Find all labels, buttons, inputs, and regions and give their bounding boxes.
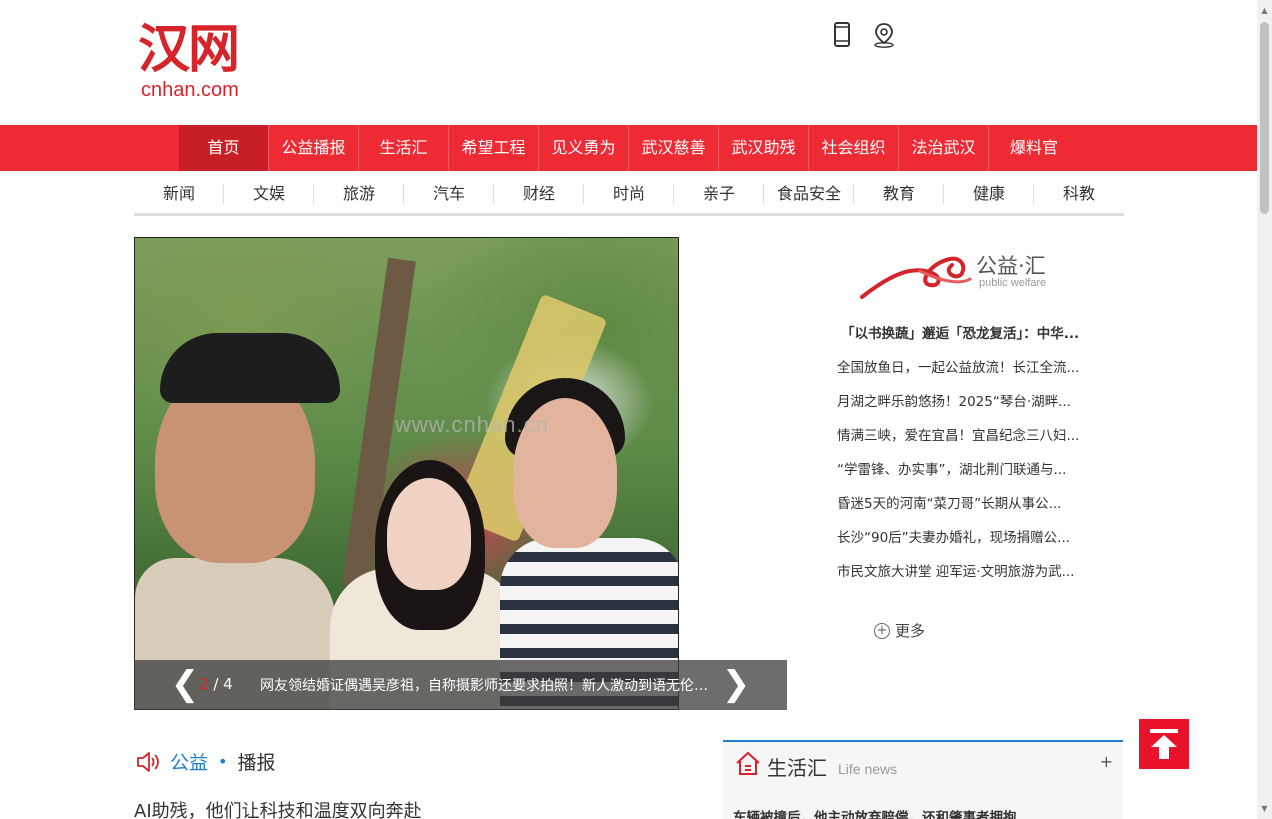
slide-photo[interactable] <box>135 238 678 709</box>
plus-circle-icon: + <box>874 622 890 639</box>
list-item[interactable]: 情满三峡，爱在宜昌！宜昌纪念三八妇... <box>837 422 1095 456</box>
expand-plus-icon[interactable]: + <box>1100 752 1113 771</box>
scroll-down-icon[interactable]: ▼ <box>1260 804 1269 813</box>
photo-slider[interactable] <box>134 237 679 710</box>
arrow-up-icon <box>1150 729 1178 759</box>
scroll-thumb[interactable] <box>1260 22 1269 214</box>
list-item[interactable]: 市民文旅大讲堂 迎军运·文明旅游为武... <box>837 558 1095 592</box>
subnav-item-news[interactable]: 新闻 <box>134 172 224 213</box>
page: 汉网 cnhan.com 首页 公益播报 生活汇 希望工程 见义勇为 武汉慈善 … <box>0 0 1272 819</box>
broadcast-first-news[interactable]: AI助残，他们让科技和温度双向奔赴 <box>134 797 422 819</box>
subnav-item-travel[interactable]: 旅游 <box>314 172 404 213</box>
vertical-scrollbar[interactable]: ▲ ▼ <box>1257 0 1272 819</box>
subnav-item-food-safety[interactable]: 食品安全 <box>764 172 854 213</box>
person-left-cap <box>160 333 340 403</box>
list-item[interactable]: 长沙“90后”夫妻办婚礼，现场捐赠公... <box>837 524 1095 558</box>
slider-caption-bar: ❮ 2 / 4 网友领结婚证偶遇吴彦祖，自称摄影师还要求拍照！新人激动到语无伦次… <box>134 660 787 710</box>
subnav-item-education[interactable]: 教育 <box>854 172 944 213</box>
slide-counter: 2 / 4 <box>199 675 233 693</box>
nav-item-home[interactable]: 首页 <box>179 125 269 171</box>
location-pin-icon[interactable] <box>872 22 896 48</box>
subnav-item-parenting[interactable]: 亲子 <box>674 172 764 213</box>
title-dot: • <box>218 752 228 771</box>
life-news-box: 生活汇 Life news + 车辆被撞后，他主动放弃赔偿，还和肇事者拥抱...… <box>723 740 1123 819</box>
slide-caption[interactable]: 网友领结婚证偶遇吴彦祖，自称摄影师还要求拍照！新人激动到语无伦次... <box>260 675 720 695</box>
broadcast-title-b[interactable]: 播报 <box>237 748 275 775</box>
mobile-phone-icon[interactable] <box>830 22 854 48</box>
watermark: www.cnhan.cn <box>395 412 549 437</box>
logo-english: cnhan.com <box>141 79 239 101</box>
nav-item-tips[interactable]: 爆料官 <box>989 125 1079 171</box>
main-nav: 首页 公益播报 生活汇 希望工程 见义勇为 武汉慈善 武汉助残 社会组织 法治武… <box>0 125 1257 171</box>
broadcast-title-a[interactable]: 公益 <box>170 748 208 775</box>
list-item[interactable]: “学雷锋、办实事”，湖北荆门联通与... <box>837 456 1095 490</box>
list-item[interactable]: 「以书换蔬」邂逅「恐龙复活」：中华... <box>837 320 1095 354</box>
sub-nav: 新闻 文娱 旅游 汽车 财经 时尚 亲子 食品安全 教育 健康 科教 <box>134 172 1124 216</box>
subnav-item-fashion[interactable]: 时尚 <box>584 172 674 213</box>
logo-chinese: 汉网 <box>138 20 240 80</box>
life-subtitle: Life news <box>838 761 898 777</box>
site-logo[interactable]: 汉网 cnhan.com <box>138 20 260 104</box>
subnav-item-entertainment[interactable]: 文娱 <box>224 172 314 213</box>
subnav-item-finance[interactable]: 财经 <box>494 172 584 213</box>
subnav-item-health[interactable]: 健康 <box>944 172 1034 213</box>
nav-item-charity[interactable]: 武汉慈善 <box>629 125 719 171</box>
slide-current: 2 <box>199 675 209 693</box>
more-link[interactable]: + 更多 <box>874 620 925 641</box>
chevron-right-icon[interactable]: ❯ <box>721 666 751 704</box>
person-middle-head <box>387 478 471 590</box>
nav-item-law[interactable]: 法治武汉 <box>899 125 989 171</box>
speaker-icon <box>137 751 159 772</box>
subnav-item-auto[interactable]: 汽车 <box>404 172 494 213</box>
nav-item-social-orgs[interactable]: 社会组织 <box>809 125 899 171</box>
nav-item-welfare-broadcast[interactable]: 公益播报 <box>269 125 359 171</box>
top-icons <box>830 22 896 48</box>
scroll-up-icon[interactable]: ▲ <box>1260 6 1269 15</box>
list-item[interactable]: 全国放鱼日，一起公益放流！长江全流... <box>837 354 1095 388</box>
nav-item-life[interactable]: 生活汇 <box>359 125 449 171</box>
nav-item-hope-project[interactable]: 希望工程 <box>449 125 539 171</box>
life-first-news[interactable]: 车辆被撞后，他主动放弃赔偿，还和肇事者拥抱...... <box>733 806 1047 819</box>
nav-item-disability-aid[interactable]: 武汉助残 <box>719 125 809 171</box>
nav-item-bravery[interactable]: 见义勇为 <box>539 125 629 171</box>
back-to-top-button[interactable] <box>1139 719 1189 769</box>
welfare-news-list: 「以书换蔬」邂逅「恐龙复活」：中华... 全国放鱼日，一起公益放流！长江全流..… <box>837 320 1095 592</box>
life-title[interactable]: 生活汇 <box>767 752 827 781</box>
welfare-title: 公益·汇 <box>976 254 1046 278</box>
broadcast-section-title: 公益 • 播报 <box>136 748 275 775</box>
list-item[interactable]: 昏迷5天的河南“菜刀哥”长期从事公... <box>837 490 1095 524</box>
welfare-subtitle: public welfare <box>979 277 1047 289</box>
more-label: 更多 <box>895 622 926 640</box>
subnav-item-science[interactable]: 科教 <box>1034 172 1124 213</box>
house-icon <box>736 751 760 775</box>
chevron-left-icon[interactable]: ❮ <box>170 666 200 704</box>
slide-total: / 4 <box>213 675 233 693</box>
list-item[interactable]: 月湖之畔乐韵悠扬！2025“琴台·湖畔... <box>837 388 1095 422</box>
